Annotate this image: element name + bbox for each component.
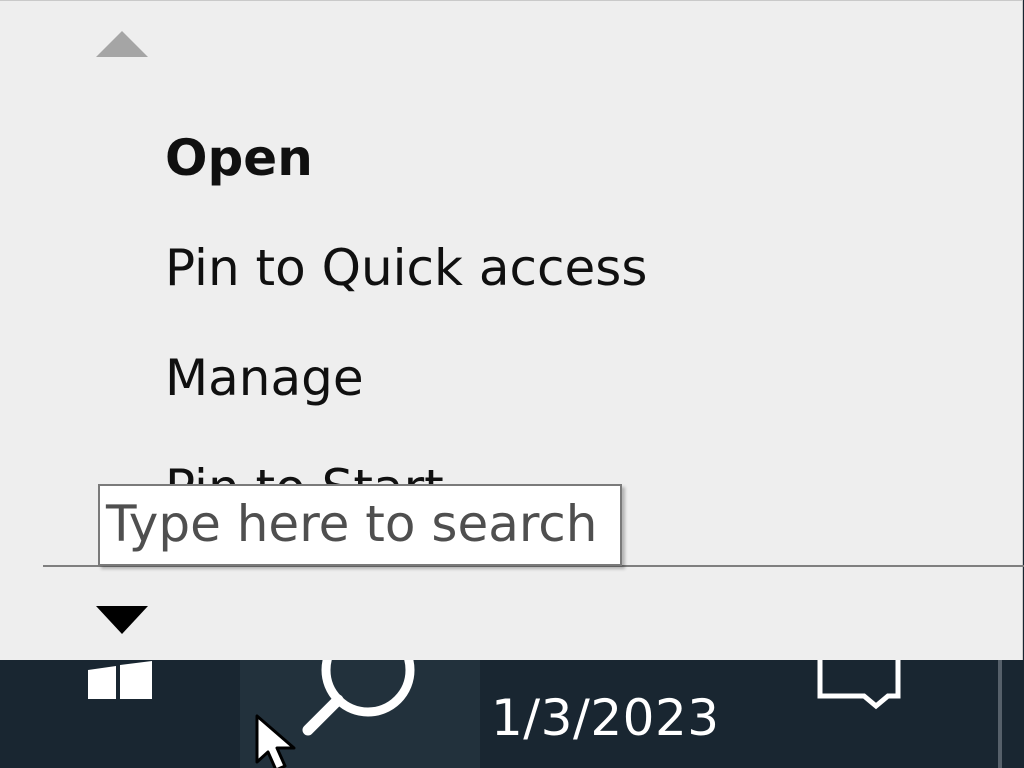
clock[interactable]: 1/3/2023 bbox=[480, 660, 780, 768]
show-desktop-button[interactable] bbox=[998, 660, 1002, 768]
mouse-pointer-icon bbox=[255, 714, 296, 768]
action-center-button[interactable] bbox=[800, 660, 920, 768]
search-tooltip: Type here to search bbox=[98, 484, 622, 566]
tooltip-text: Type here to search bbox=[106, 495, 598, 553]
search-icon bbox=[302, 660, 415, 736]
menu-item-manage[interactable]: Manage bbox=[165, 348, 364, 408]
notification-icon bbox=[817, 660, 901, 710]
desktop-screen: 1/3/2023 Open Pin to Quick access Manage… bbox=[0, 0, 1024, 768]
windows-logo-icon bbox=[88, 661, 152, 699]
triangle-down-icon[interactable] bbox=[96, 606, 148, 634]
clock-date: 1/3/2023 bbox=[491, 689, 720, 747]
menu-items: Open Pin to Quick access Manage Pin to S… bbox=[0, 101, 1022, 491]
taskbar: 1/3/2023 bbox=[0, 660, 1024, 768]
start-button[interactable] bbox=[0, 660, 240, 768]
triangle-up-icon[interactable] bbox=[96, 31, 148, 57]
menu-item-pin-to-quick-access[interactable]: Pin to Quick access bbox=[165, 238, 647, 298]
menu-item-open[interactable]: Open bbox=[165, 128, 313, 188]
